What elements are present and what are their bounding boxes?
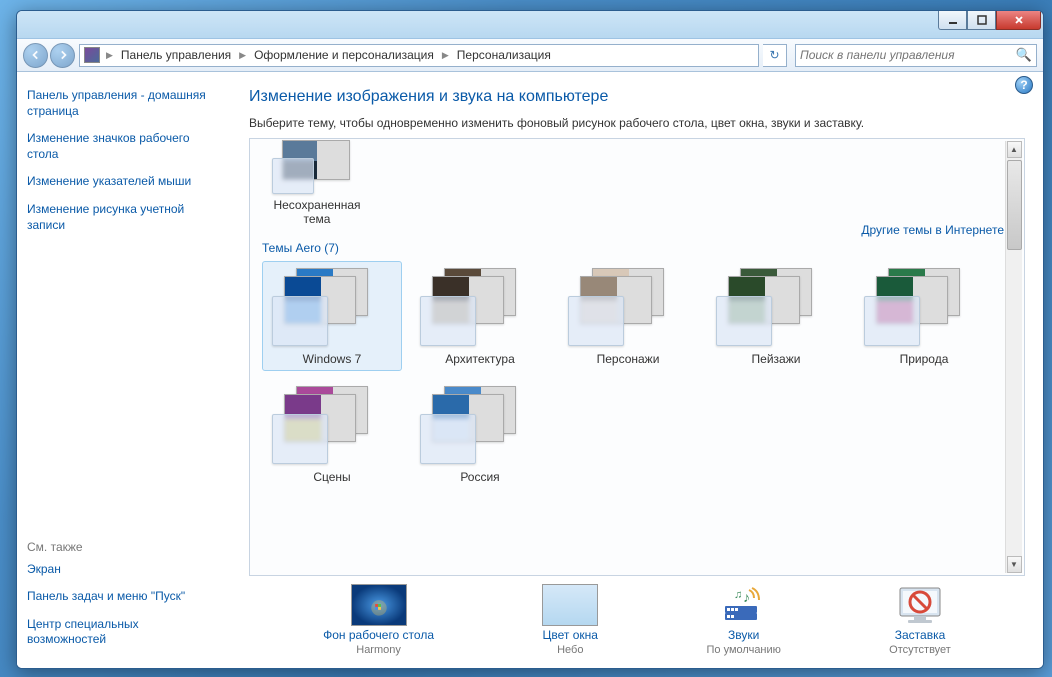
sidebar-link[interactable]: Изменение рисунка учетной записи <box>27 198 221 241</box>
themes-list[interactable]: ▲ ▼ Несохраненная тема Другие темы в Инт… <box>249 138 1025 576</box>
main-pane: ? Изменение изображения и звука на компь… <box>231 72 1043 668</box>
theme-label: Архитектура <box>445 352 515 366</box>
refresh-button[interactable]: ↻ <box>763 44 787 67</box>
window-color-option[interactable]: Цвет окна Небо <box>542 584 598 656</box>
sounds-icon: ♪♫ <box>716 584 772 626</box>
option-subtitle: Отсутствует <box>889 644 951 656</box>
sidebar-link[interactable]: Изменение указателей мыши <box>27 170 221 198</box>
sidebar-link[interactable]: Изменение значков рабочего стола <box>27 127 221 170</box>
search-input[interactable] <box>800 48 1016 62</box>
maximize-button[interactable] <box>967 10 996 30</box>
desktop-bg-icon <box>351 584 407 626</box>
desktop-background-option[interactable]: Фон рабочего стола Harmony <box>323 584 434 656</box>
theme-label: Сцены <box>313 470 350 484</box>
scroll-down-button[interactable]: ▼ <box>1007 556 1022 573</box>
sidebar: Панель управления - домашняя страница Из… <box>17 72 231 668</box>
theme-label: Windows 7 <box>303 352 362 366</box>
option-subtitle: По умолчанию <box>707 644 781 656</box>
sidebar-link[interactable]: Центр специальных возможностей <box>27 613 221 656</box>
search-icon[interactable]: 🔍 <box>1016 47 1032 63</box>
see-also-heading: См. также <box>27 536 221 558</box>
titlebar[interactable] <box>17 11 1043 39</box>
scroll-up-button[interactable]: ▲ <box>1007 141 1022 158</box>
screensaver-icon <box>892 584 948 626</box>
theme-item[interactable]: Персонажи <box>558 261 698 371</box>
scroll-thumb[interactable] <box>1007 160 1022 250</box>
navigation-bar: ▶ Панель управления ▶ Оформление и персо… <box>17 39 1043 72</box>
option-subtitle: Небо <box>557 644 583 656</box>
control-panel-icon <box>84 47 100 63</box>
svg-text:♪: ♪ <box>743 589 750 605</box>
screensaver-option[interactable]: Заставка Отсутствует <box>889 584 951 656</box>
search-box[interactable]: 🔍 <box>795 44 1037 67</box>
theme-label: Несохраненная тема <box>267 198 367 226</box>
page-subtitle: Выберите тему, чтобы одновременно измени… <box>249 116 1025 138</box>
option-title: Заставка <box>895 628 946 642</box>
breadcrumb-item[interactable]: Панель управления <box>115 45 237 66</box>
more-themes-link[interactable]: Другие темы в Интернете <box>861 223 1004 237</box>
option-subtitle: Harmony <box>356 644 401 656</box>
breadcrumb-item[interactable]: Оформление и персонализация <box>248 45 440 66</box>
theme-label: Персонажи <box>597 352 660 366</box>
theme-item[interactable]: Пейзажи <box>706 261 846 371</box>
minimize-button[interactable] <box>938 10 967 30</box>
theme-item[interactable]: Архитектура <box>410 261 550 371</box>
chevron-right-icon: ▶ <box>440 50 451 61</box>
theme-item[interactable]: Россия <box>410 379 550 489</box>
bottom-options: Фон рабочего стола Harmony Цвет окна Неб… <box>249 576 1025 668</box>
breadcrumb-item[interactable]: Персонализация <box>451 45 557 66</box>
option-title: Фон рабочего стола <box>323 628 434 642</box>
window-frame: ▶ Панель управления ▶ Оформление и персо… <box>16 10 1044 669</box>
chevron-right-icon: ▶ <box>104 50 115 61</box>
svg-text:♫: ♫ <box>734 589 742 601</box>
sidebar-link[interactable]: Панель задач и меню "Пуск" <box>27 585 221 613</box>
page-title: Изменение изображения и звука на компьют… <box>249 80 1025 116</box>
sidebar-link[interactable]: Экран <box>27 558 221 586</box>
window-color-icon <box>542 584 598 626</box>
sidebar-home-link[interactable]: Панель управления - домашняя страница <box>27 84 221 127</box>
sounds-option[interactable]: ♪♫ Звуки По умолчанию <box>707 584 781 656</box>
help-icon[interactable]: ? <box>1015 76 1033 94</box>
scrollbar[interactable]: ▲ ▼ <box>1005 141 1022 573</box>
option-title: Звуки <box>728 628 759 642</box>
theme-label: Россия <box>460 470 499 484</box>
option-title: Цвет окна <box>543 628 598 642</box>
theme-item[interactable]: Сцены <box>262 379 402 489</box>
chevron-right-icon: ▶ <box>237 50 248 61</box>
theme-item[interactable]: Природа <box>854 261 994 371</box>
theme-item-unsaved[interactable]: Несохраненная тема <box>262 139 372 231</box>
theme-label: Пейзажи <box>752 352 801 366</box>
theme-item[interactable]: Windows 7 <box>262 261 402 371</box>
back-button[interactable] <box>23 43 48 68</box>
forward-button[interactable] <box>50 43 75 68</box>
theme-label: Природа <box>900 352 949 366</box>
breadcrumb[interactable]: ▶ Панель управления ▶ Оформление и персо… <box>79 44 759 67</box>
close-button[interactable] <box>996 10 1041 30</box>
